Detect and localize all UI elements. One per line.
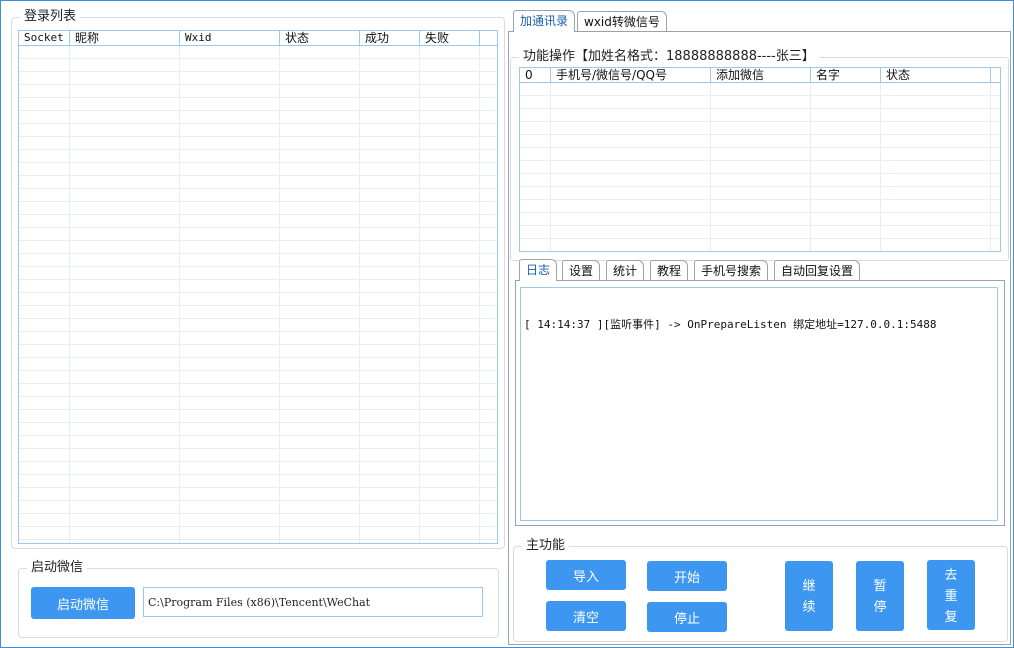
app-window: 登录列表 Socket 昵称 Wxid 状态 成功 失败 启动微信 启动微信 C…	[0, 0, 1014, 648]
phone-list-rows	[520, 83, 1000, 251]
function-ops-group: 功能操作【加姓名格式：18888888888----张三】 0 手机号/微信号/…	[510, 49, 1009, 261]
col-status[interactable]: 状态	[280, 31, 360, 45]
sub-tabstrip: 日志 设置 统计 教程 手机号搜索 自动回复设置	[519, 259, 879, 282]
col-divider	[710, 83, 711, 251]
col-phone-wechat-qq[interactable]: 手机号/微信号/QQ号	[551, 68, 711, 82]
tab-add-contacts[interactable]: 加通讯录	[513, 10, 576, 32]
main-functions-group: 主功能 导入 开始 清空 停止 继 续 暂 停 去 重 复	[513, 538, 1008, 642]
pause-button[interactable]: 暂 停	[856, 561, 904, 631]
main-functions-title: 主功能	[522, 538, 570, 554]
function-ops-title: 功能操作【加姓名格式：18888888888----张三】	[519, 49, 819, 65]
tab-log[interactable]: 日志	[519, 259, 558, 281]
col-divider	[69, 46, 70, 543]
pause-char: 停	[873, 599, 887, 614]
col-fail[interactable]: 失败	[420, 31, 480, 45]
log-output[interactable]: [ 14:14:37 ][监听事件] -> OnPrepareListen 绑定…	[520, 287, 998, 521]
start-wechat-button[interactable]: 启动微信	[31, 587, 135, 619]
col-divider	[179, 46, 180, 543]
start-button[interactable]: 开始	[647, 561, 727, 591]
clear-button[interactable]: 清空	[546, 601, 626, 631]
continue-char: 续	[802, 599, 816, 614]
col-nickname[interactable]: 昵称	[70, 31, 180, 45]
col-divider	[419, 46, 420, 543]
tab-wxid-convert[interactable]: wxid转微信号	[577, 11, 667, 31]
dedupe-button[interactable]: 去 重 复	[927, 560, 975, 630]
wechat-path-input[interactable]: C:\Program Files (x86)\Tencent\WeChat	[143, 587, 483, 617]
pause-char: 暂	[873, 578, 887, 593]
col-socket[interactable]: Socket	[19, 31, 70, 45]
col-divider	[479, 46, 480, 543]
tab-tutorial[interactable]: 教程	[650, 260, 689, 280]
log-line: [ 14:14:37 ][监听事件] -> OnPrepareListen 绑定…	[524, 318, 937, 331]
stop-button[interactable]: 停止	[647, 602, 727, 632]
login-list-grid[interactable]: Socket 昵称 Wxid 状态 成功 失败	[18, 30, 498, 544]
dedupe-char: 复	[944, 608, 958, 624]
start-wechat-title: 启动微信	[27, 560, 88, 576]
col-success[interactable]: 成功	[360, 31, 420, 45]
col-divider	[990, 83, 991, 251]
phone-list-grid[interactable]: 0 手机号/微信号/QQ号 添加微信 名字 状态	[519, 67, 1001, 252]
col-name[interactable]: 名字	[811, 68, 881, 82]
col-state[interactable]: 状态	[881, 68, 991, 82]
col-divider	[810, 83, 811, 251]
tab-statistics[interactable]: 统计	[606, 260, 645, 280]
col-divider	[359, 46, 360, 543]
col-divider	[880, 83, 881, 251]
tab-auto-reply-settings[interactable]: 自动回复设置	[774, 260, 861, 280]
top-tab-panel: 功能操作【加姓名格式：18888888888----张三】 0 手机号/微信号/…	[508, 31, 1011, 645]
tab-settings[interactable]: 设置	[562, 260, 601, 280]
login-list-header: Socket 昵称 Wxid 状态 成功 失败	[19, 31, 497, 46]
sub-tab-panel: [ 14:14:37 ][监听事件] -> OnPrepareListen 绑定…	[515, 280, 1005, 526]
start-wechat-group: 启动微信 启动微信 C:\Program Files (x86)\Tencent…	[18, 560, 499, 638]
dedupe-char: 重	[944, 587, 958, 603]
login-list-group: 登录列表 Socket 昵称 Wxid 状态 成功 失败	[11, 9, 505, 549]
col-add-wechat[interactable]: 添加微信	[711, 68, 811, 82]
top-tabstrip: 加通讯录 wxid转微信号	[511, 10, 671, 33]
continue-button[interactable]: 继 续	[785, 561, 833, 631]
col-divider	[279, 46, 280, 543]
login-list-rows	[19, 46, 497, 543]
col-index[interactable]: 0	[520, 68, 551, 82]
phone-list-header: 0 手机号/微信号/QQ号 添加微信 名字 状态	[520, 68, 1000, 83]
col-wxid[interactable]: Wxid	[180, 31, 280, 45]
col-divider	[550, 83, 551, 251]
continue-char: 继	[802, 578, 816, 593]
dedupe-char: 去	[944, 566, 958, 582]
import-button[interactable]: 导入	[546, 560, 626, 590]
login-list-title: 登录列表	[20, 9, 81, 25]
tab-phone-search[interactable]: 手机号搜索	[694, 260, 769, 280]
